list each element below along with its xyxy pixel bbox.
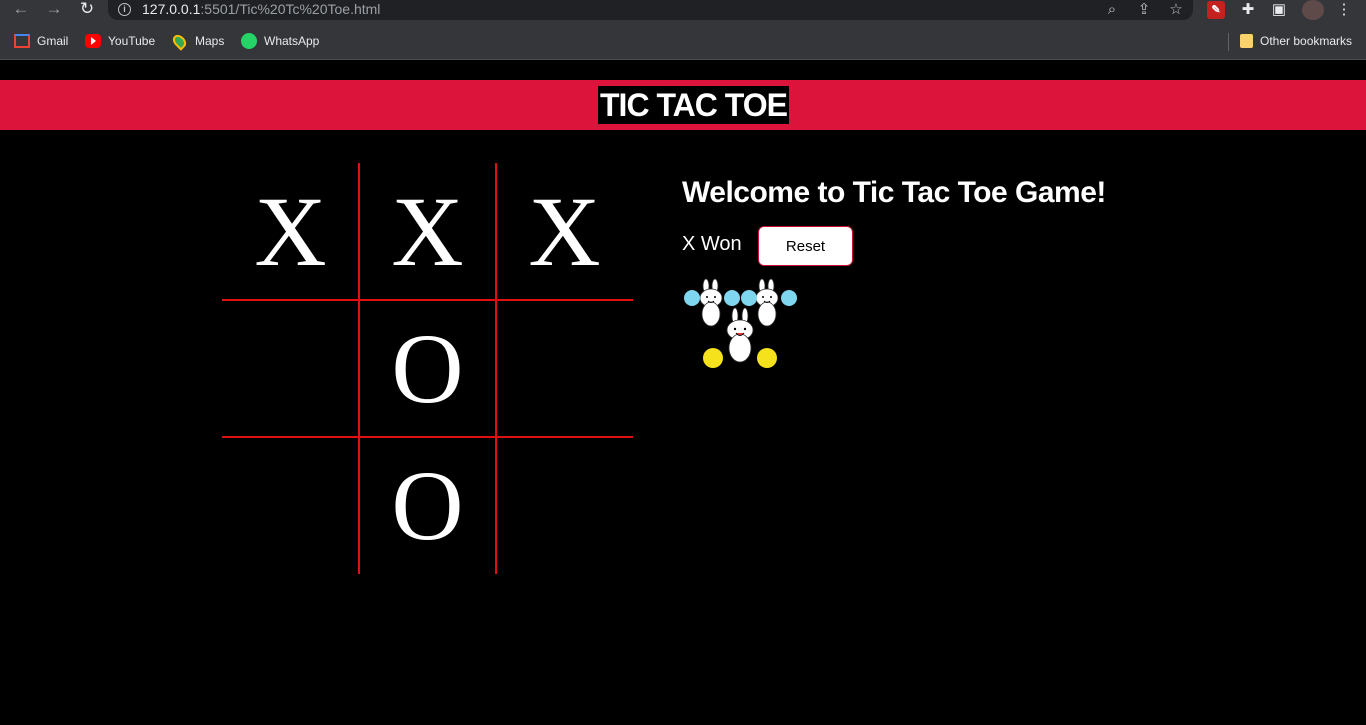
game-status: X Won — [682, 233, 742, 255]
board-cell-1[interactable]: X — [222, 163, 359, 300]
site-info-icon[interactable]: i — [118, 3, 131, 16]
board-cell-9[interactable] — [496, 437, 633, 574]
youtube-icon — [85, 34, 101, 48]
zoom-icon[interactable]: ⌕ — [1102, 0, 1122, 20]
url-text[interactable]: 127.0.0.1:5501/Tic%20Tc%20Toe.html — [142, 1, 380, 17]
star-icon[interactable]: ☆ — [1166, 0, 1186, 20]
menu-icon[interactable]: ⋮ — [1333, 0, 1355, 20]
celebration-image — [684, 278, 797, 368]
board-cell-4[interactable] — [222, 300, 359, 437]
bookmark-label: Gmail — [37, 34, 69, 48]
bookmark-label: YouTube — [108, 34, 156, 48]
other-bookmarks[interactable]: Other bookmarks — [1240, 32, 1352, 50]
reload-icon[interactable]: ↻ — [76, 0, 98, 20]
header-bar: TIC TAC TOE — [0, 80, 1366, 130]
maps-icon — [170, 31, 189, 51]
page-content: TIC TAC TOE X X X O O Welcome to Tic Tac… — [0, 61, 1366, 725]
page-title: TIC TAC TOE — [598, 86, 789, 124]
board-cell-5[interactable]: O — [359, 300, 496, 437]
gmail-icon — [14, 34, 30, 48]
bookmark-maps[interactable]: Maps — [170, 31, 225, 51]
game-board: X X X O O — [222, 163, 633, 574]
share-icon[interactable]: ⇪ — [1134, 0, 1154, 20]
forward-icon[interactable]: → — [43, 0, 65, 20]
board-cell-8[interactable]: O — [359, 437, 496, 574]
board-cell-6[interactable] — [496, 300, 633, 437]
bookmark-label: WhatsApp — [264, 34, 320, 48]
board-cell-7[interactable] — [222, 437, 359, 574]
browser-toolbar: ← → ↻ i 127.0.0.1:5501/Tic%20Tc%20Toe.ht… — [0, 0, 1366, 20]
bookmark-youtube[interactable]: YouTube — [85, 32, 155, 50]
bunny-icon — [684, 278, 740, 327]
back-icon[interactable]: ← — [10, 0, 32, 20]
extension-icon[interactable]: ✎ — [1207, 1, 1225, 19]
welcome-heading: Welcome to Tic Tac Toe Game! — [682, 176, 1106, 209]
puzzle-icon[interactable]: ✚ — [1237, 0, 1259, 20]
url-host: 127.0.0.1 — [142, 1, 201, 17]
profile-avatar[interactable] — [1302, 0, 1324, 20]
bookmark-label: Maps — [195, 34, 225, 48]
bookmark-separator — [1228, 33, 1229, 51]
bookmark-whatsapp[interactable]: WhatsApp — [241, 32, 319, 50]
side-panel-icon[interactable]: ▣ — [1268, 0, 1290, 20]
board-cell-2[interactable]: X — [359, 163, 496, 300]
whatsapp-icon — [241, 33, 257, 49]
other-bookmarks-label: Other bookmarks — [1260, 34, 1353, 48]
folder-icon — [1240, 34, 1253, 48]
url-path: :5501/Tic%20Tc%20Toe.html — [200, 1, 381, 17]
board-cell-3[interactable]: X — [496, 163, 633, 300]
reset-button[interactable]: Reset — [758, 226, 853, 266]
bookmark-gmail[interactable]: Gmail — [14, 32, 68, 50]
bunny-icon — [741, 278, 797, 327]
